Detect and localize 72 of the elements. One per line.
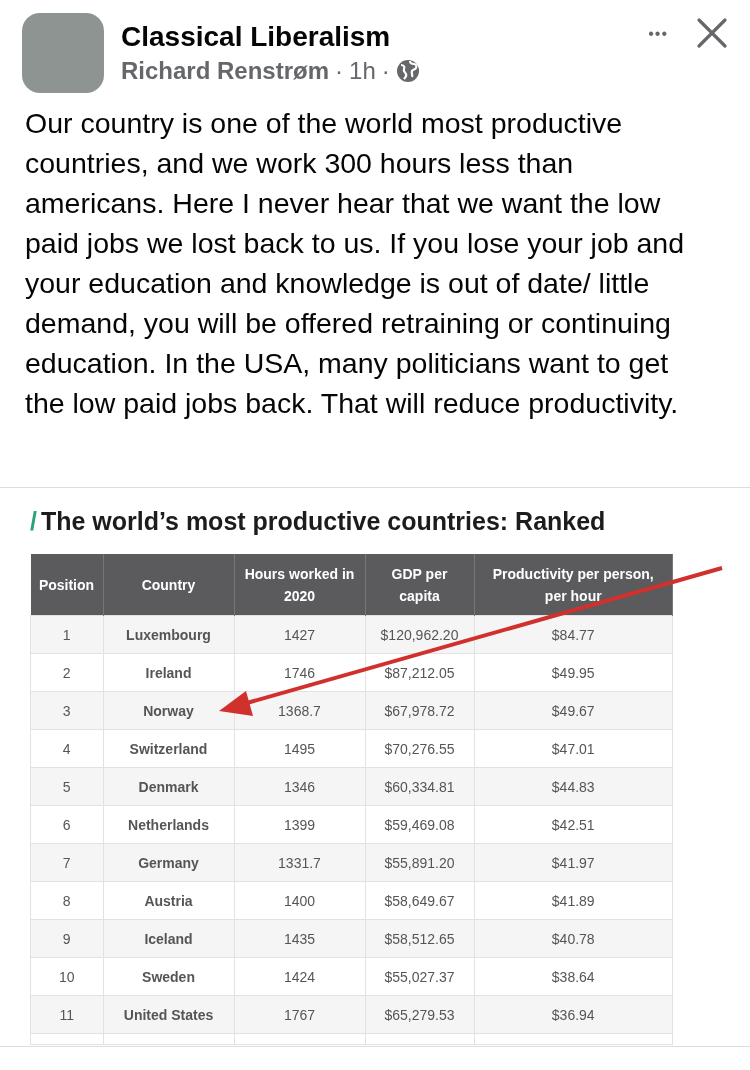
table-cell: 1424 bbox=[234, 957, 365, 996]
table-cell: $47.01 bbox=[474, 729, 673, 768]
table-cell: 9 bbox=[30, 919, 103, 958]
table-cell: $70,276.55 bbox=[365, 729, 474, 768]
table-cell: Denmark bbox=[103, 767, 234, 806]
title-slash: / bbox=[30, 506, 37, 536]
column-header: Country bbox=[103, 554, 234, 616]
table-cell: 1495 bbox=[234, 729, 365, 768]
table-cell: Luxembourg bbox=[103, 615, 234, 654]
page-name[interactable]: Classical Liberalism bbox=[121, 19, 645, 55]
separator: · bbox=[335, 57, 344, 85]
column-header: GDP per capita bbox=[365, 554, 474, 616]
table-cell: $67,978.72 bbox=[365, 691, 474, 730]
table-cell: $59,469.08 bbox=[365, 805, 474, 844]
column-header: Productivity per person, per hour bbox=[474, 554, 673, 616]
table-cell: 1746 bbox=[234, 653, 365, 692]
table-cell: 1346 bbox=[234, 767, 365, 806]
table-cell: $41.89 bbox=[474, 881, 673, 920]
table-cell: United States bbox=[103, 995, 234, 1034]
post-time[interactable]: 1h bbox=[349, 57, 376, 85]
table-cell: 1435 bbox=[234, 919, 365, 958]
table-cell: $65,279.53 bbox=[365, 995, 474, 1034]
table-cell: Norway bbox=[103, 691, 234, 730]
table-cell: $60,334.81 bbox=[365, 767, 474, 806]
table-cell: Ireland bbox=[103, 653, 234, 692]
table-cell: $55,027.37 bbox=[365, 957, 474, 996]
close-icon[interactable] bbox=[696, 17, 728, 49]
table-cell: 2 bbox=[30, 653, 103, 692]
table-cell: $49.95 bbox=[474, 653, 673, 692]
table-cell: 10 bbox=[30, 957, 103, 996]
author-name[interactable]: Richard Renstrøm bbox=[121, 57, 330, 85]
table-cell: $44.83 bbox=[474, 767, 673, 806]
table-cell: 1767 bbox=[234, 995, 365, 1034]
table-cell: Iceland bbox=[103, 919, 234, 958]
post-text: Our country is one of the world most productive countries, and we work 300 hours less than americans. Here I never hear that we want the low paid jobs we lost back to us. If you lose your job and your education and knowledge is out of date/ little demand, you will be offered retraining or continuing education. In the USA, many politicians want to get the low paid jobs back. That will reduce productivity. bbox=[25, 106, 686, 421]
table-cell: $87,212.05 bbox=[365, 653, 474, 692]
table-cell: 6 bbox=[30, 805, 103, 844]
table-cell: Germany bbox=[103, 843, 234, 882]
table-cell: 1 bbox=[30, 615, 103, 654]
table-cell: Switzerland bbox=[103, 729, 234, 768]
table-cell: Austria bbox=[103, 881, 234, 920]
image-title: The world’s most productive countries: Ranked bbox=[40, 506, 606, 536]
table-cell: 1399 bbox=[234, 805, 365, 844]
table-cell: $58,512.65 bbox=[365, 919, 474, 958]
table-cell: $49.67 bbox=[474, 691, 673, 730]
table-cell: $55,891.20 bbox=[365, 843, 474, 882]
table-cell: $36.94 bbox=[474, 995, 673, 1034]
post-image[interactable] bbox=[0, 487, 750, 1047]
table-cell: Sweden bbox=[103, 957, 234, 996]
table-cell: $38.64 bbox=[474, 957, 673, 996]
table-cell: Netherlands bbox=[103, 805, 234, 844]
table-cell: 5 bbox=[30, 767, 103, 806]
table-cell: 8 bbox=[30, 881, 103, 920]
table-cell: $58,649.67 bbox=[365, 881, 474, 920]
table-cell: $40.78 bbox=[474, 919, 673, 958]
globe-icon bbox=[395, 59, 420, 83]
table-cell: 1400 bbox=[234, 881, 365, 920]
column-header: Position bbox=[30, 554, 103, 616]
table-cell: 1427 bbox=[234, 615, 365, 654]
table-cell: $84.77 bbox=[474, 615, 673, 654]
photo-placeholder[interactable] bbox=[22, 13, 104, 93]
table-cell: 7 bbox=[30, 843, 103, 882]
table-cell: 3 bbox=[30, 691, 103, 730]
more-button[interactable]: ••• bbox=[644, 19, 672, 49]
table-cell: $120,962.20 bbox=[365, 615, 474, 654]
table-cell: $41.97 bbox=[474, 843, 673, 882]
separator: · bbox=[381, 57, 390, 85]
table-cell: $42.51 bbox=[474, 805, 673, 844]
table-cell: 11 bbox=[30, 995, 103, 1034]
table-cell: 4 bbox=[30, 729, 103, 768]
table-cell: 1331.7 bbox=[234, 843, 365, 882]
column-header: Hours worked in 2020 bbox=[234, 554, 365, 616]
